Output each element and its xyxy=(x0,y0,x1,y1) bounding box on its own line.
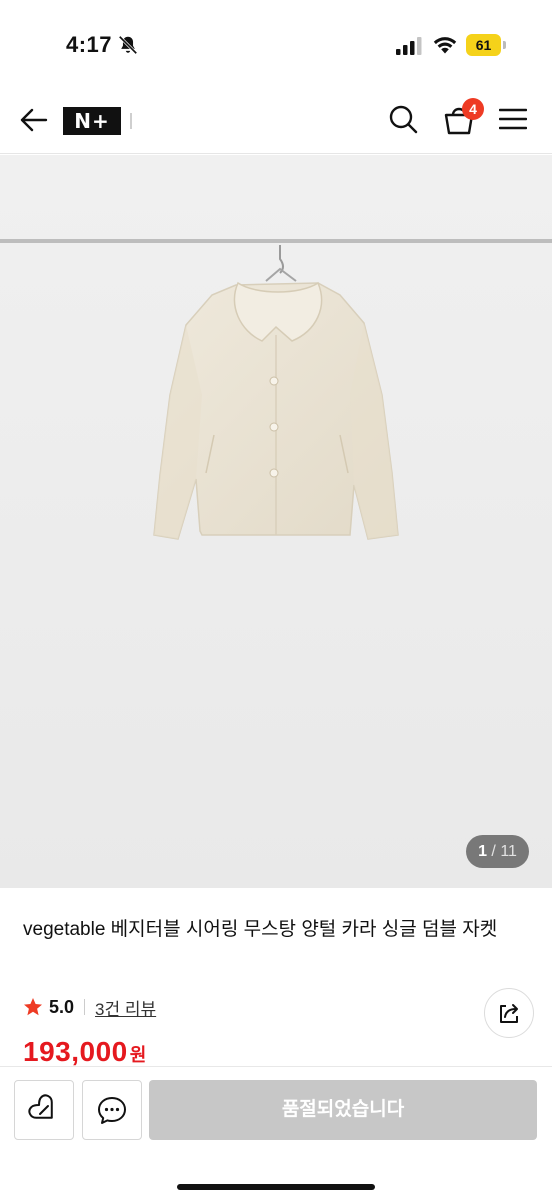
battery-level: 61 xyxy=(466,34,501,56)
header-divider xyxy=(130,113,132,129)
chat-button[interactable] xyxy=(82,1080,142,1140)
back-arrow-icon[interactable] xyxy=(18,106,48,134)
rating-row: 5.0 3건 리뷰 xyxy=(23,994,156,1020)
home-indicator[interactable] xyxy=(177,1184,375,1190)
status-bar: 4:17 61 xyxy=(0,0,552,86)
bell-slash-icon xyxy=(118,35,138,55)
wishlist-icon xyxy=(28,1094,53,1119)
logo-text: N+ xyxy=(74,109,110,133)
star-icon xyxy=(24,998,42,1016)
chat-icon xyxy=(98,1097,126,1124)
image-counter-current: 1 xyxy=(478,843,487,860)
share-icon xyxy=(500,1004,518,1023)
cellular-signal-icon xyxy=(396,37,422,55)
brand-logo[interactable]: N+ xyxy=(63,107,121,135)
bottom-action-bar: 품절되었습니다 xyxy=(0,1066,552,1200)
hamburger-menu-icon[interactable] xyxy=(499,106,527,132)
price-row: 193,000 원 xyxy=(23,1036,146,1070)
review-link[interactable]: 3건 리뷰 xyxy=(95,995,156,1020)
search-icon[interactable] xyxy=(388,104,418,134)
app-header: N+ 4 xyxy=(0,86,552,154)
share-button[interactable] xyxy=(484,988,534,1038)
product-title: vegetable 베지터블 시어링 무스탕 양털 카라 싱글 덤블 자켓 xyxy=(23,919,498,940)
status-time: 4:17 xyxy=(66,32,113,57)
wishlist-button[interactable] xyxy=(14,1080,74,1140)
soldout-button: 품절되었습니다 xyxy=(149,1080,537,1140)
rating-divider xyxy=(84,999,86,1015)
image-counter[interactable]: 1 / 11 xyxy=(466,835,529,868)
price-unit: 원 xyxy=(129,1045,147,1065)
product-image-gallery[interactable] xyxy=(0,155,552,888)
cart-count-badge: 4 xyxy=(462,98,484,120)
price-value: 193,000 xyxy=(23,1036,128,1067)
battery-icon: 61 xyxy=(466,34,506,56)
rating-value: 5.0 xyxy=(49,996,75,1017)
battery-cap xyxy=(503,41,506,49)
image-counter-total: 11 xyxy=(500,843,517,860)
wifi-icon xyxy=(433,37,457,54)
product-photo xyxy=(0,155,552,888)
image-counter-separator: / xyxy=(491,843,501,860)
